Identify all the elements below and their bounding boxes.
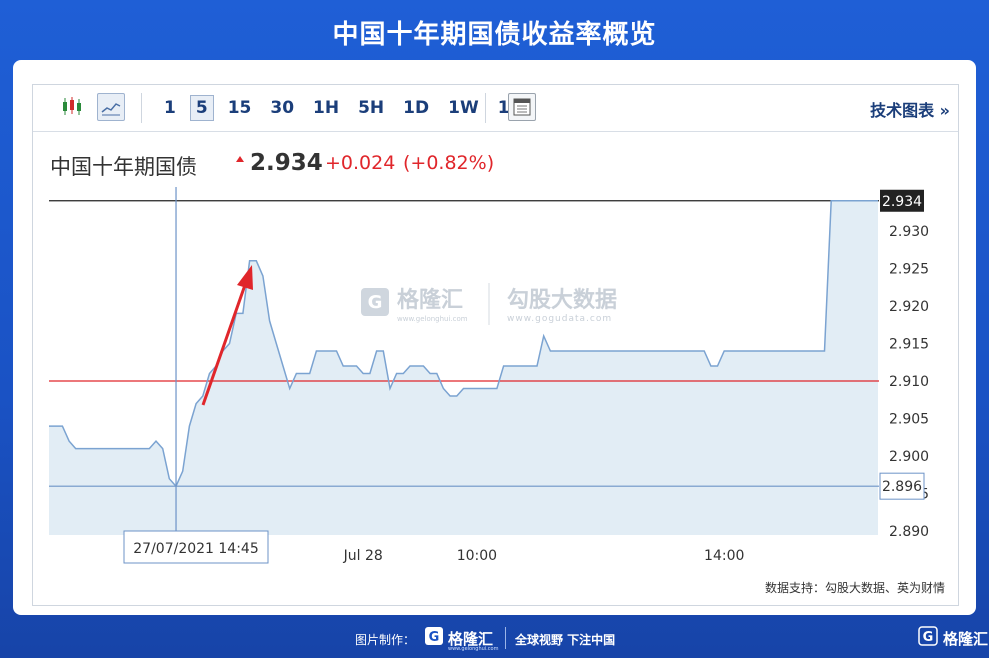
watermark-data-url: www.gogudata.com [507,314,612,324]
series-area [49,200,878,536]
watermark-logo-glyph: G [368,292,383,313]
footer-divider [505,627,506,649]
y-tick-label: 2.890 [889,524,929,540]
chart-frame: 1515301H5H1D1W1M 技术图表 » 中国十年期国债 2.934 +0… [32,84,959,606]
watermark-brand-url: www.gelonghui.com [397,315,468,323]
page-title: 中国十年期国债收益率概览 [332,20,657,50]
corner-logo-icon: G [918,626,938,650]
y-tick-label: 2.900 [889,449,929,465]
y-tick-label: 2.920 [889,299,929,315]
svg-text:G: G [923,630,934,645]
yield-chart[interactable]: G 格隆汇 www.gelonghui.com 勾股大数据www.gogudata.c… [33,85,958,605]
crosshair-value-label: 2.896 [882,479,922,495]
gelonghui-logo-icon: G [424,626,444,650]
crosshair-date-label: 27/07/2021 14:45 [133,541,259,557]
watermark-data-brand: 勾股大数据 [507,287,617,313]
x-tick-label: 14:00 [704,548,744,564]
annotation-arrow-head [237,265,253,290]
footer-maker-label: 图片制作： [355,633,416,647]
y-tick-label: 2.915 [889,336,929,352]
svg-text:G: G [429,630,440,645]
footer-slogan: 全球视野 下注中国 [515,633,616,647]
y-tick-label: 2.905 [889,412,929,428]
y-tick-label: 2.925 [889,261,929,277]
chart-card: 1515301H5H1D1W1M 技术图表 » 中国十年期国债 2.934 +0… [13,60,976,615]
x-tick-label: Jul 28 [343,548,383,564]
y-tick-label: 2.910 [889,374,929,390]
watermark-brand: 格隆汇 [397,287,463,313]
data-credit: 数据支持：勾股大数据、英为财情 [764,581,945,595]
y-tick-label: 2.930 [889,224,929,240]
footer-brand-url: www.gelonghui.com [448,646,499,652]
last-price-tag-label: 2.934 [882,194,922,210]
x-tick-label: 10:00 [457,548,497,564]
page-footer: 图片制作： G 格隆汇 www.gelonghui.com 全球视野 下注中国 … [0,618,989,658]
corner-brand: 格隆汇 [943,630,989,648]
